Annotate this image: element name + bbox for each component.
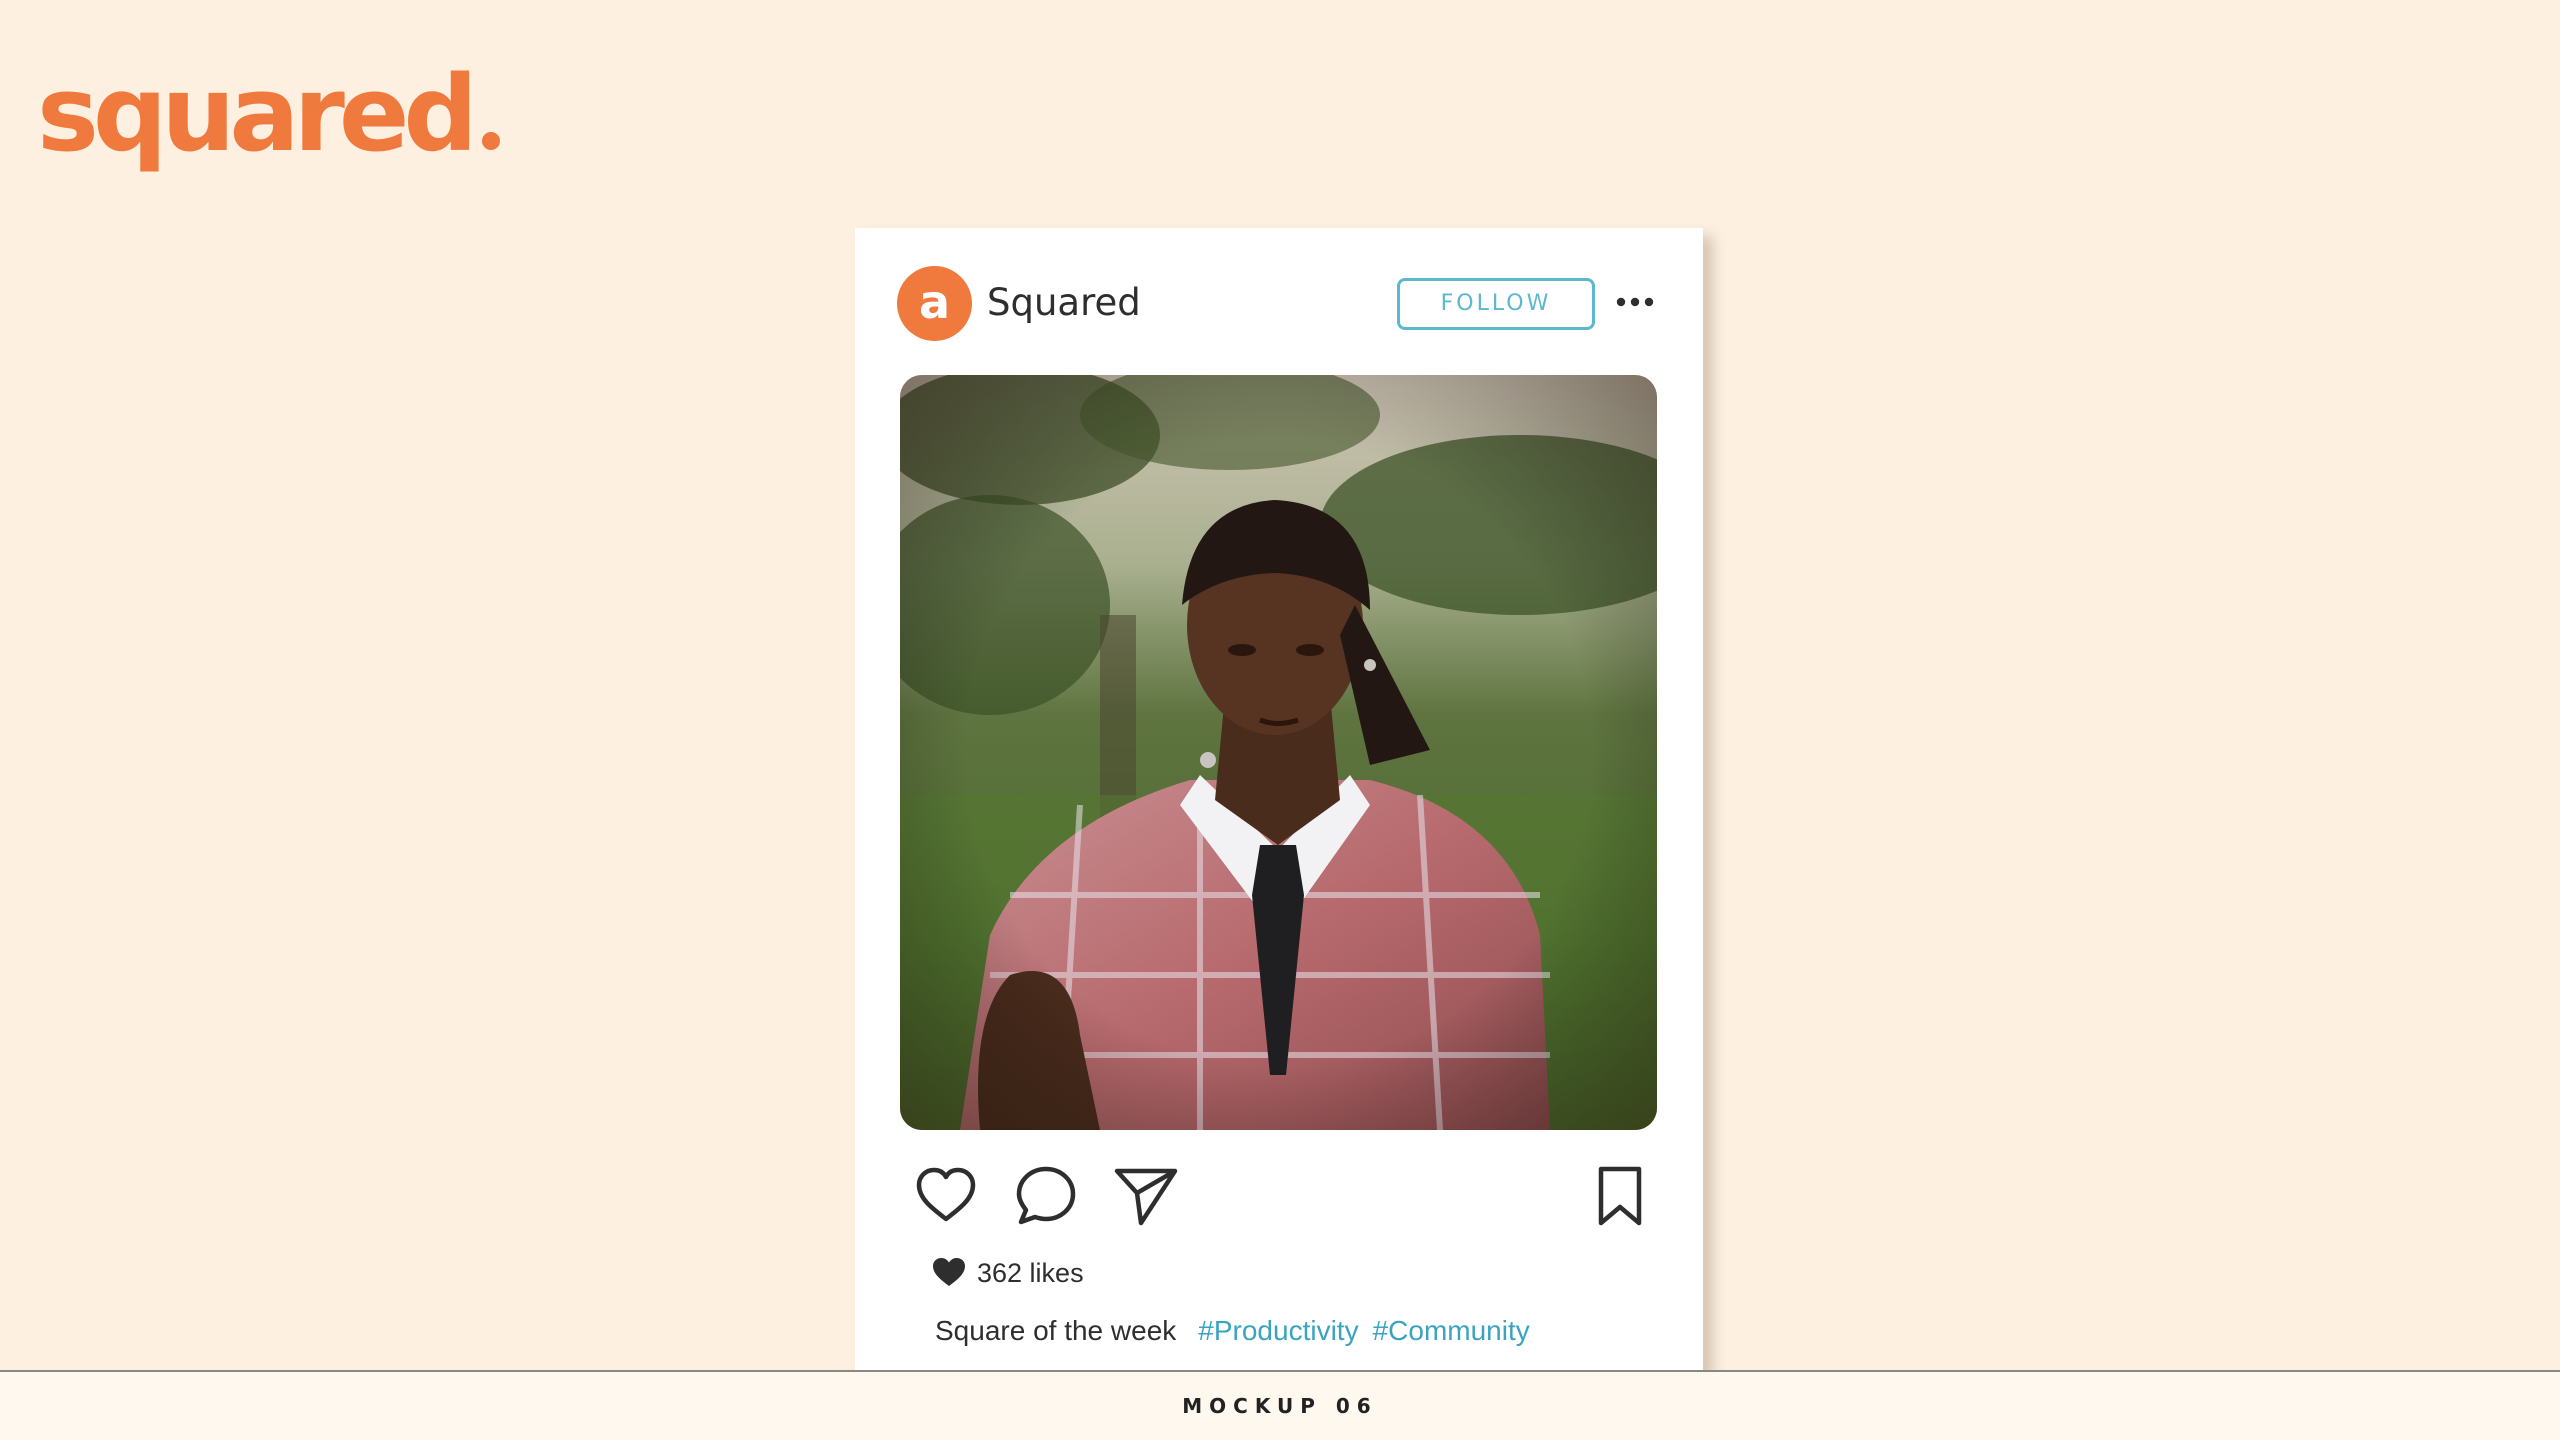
more-options-button[interactable] [1615, 290, 1655, 314]
heart-filled-icon [933, 1258, 965, 1286]
heart-icon [916, 1167, 976, 1222]
mockup-canvas: squared a Squared FOLLOW 362 likes Squar… [0, 0, 2560, 1440]
brand-logo-dot [481, 132, 500, 150]
post-actions [913, 1163, 1653, 1233]
like-button[interactable] [913, 1163, 979, 1229]
share-button[interactable] [1113, 1163, 1179, 1229]
portrait-photo [900, 375, 1657, 1130]
save-button[interactable] [1587, 1163, 1653, 1229]
follow-button[interactable]: FOLLOW [1397, 278, 1595, 330]
comment-button[interactable] [1013, 1163, 1079, 1229]
footer-bar: MOCKUP 06 [0, 1370, 2560, 1440]
post-header: a Squared FOLLOW [897, 266, 1672, 342]
bookmark-icon [1598, 1166, 1642, 1226]
brand-logo-text: squared [37, 53, 478, 175]
caption-text: Square of the week [935, 1315, 1177, 1346]
send-icon [1114, 1168, 1178, 1226]
likes-count: 362 likes [977, 1258, 1084, 1288]
account-name[interactable]: Squared [987, 278, 1141, 328]
post-photo[interactable] [900, 375, 1657, 1130]
footer-label: MOCKUP 06 [1182, 1394, 1378, 1418]
post-caption: Square of the week #Productivity #Communit… [935, 1311, 1544, 1351]
comment-icon [1016, 1166, 1076, 1225]
hashtag-community[interactable]: #Community [1373, 1315, 1530, 1346]
brand-logo: squared [37, 62, 500, 166]
more-horizontal-icon [1616, 297, 1654, 307]
account-avatar[interactable]: a [897, 266, 972, 341]
post-card: a Squared FOLLOW 362 likes Square of the… [855, 228, 1703, 1371]
hashtag-productivity[interactable]: #Productivity [1198, 1315, 1358, 1346]
